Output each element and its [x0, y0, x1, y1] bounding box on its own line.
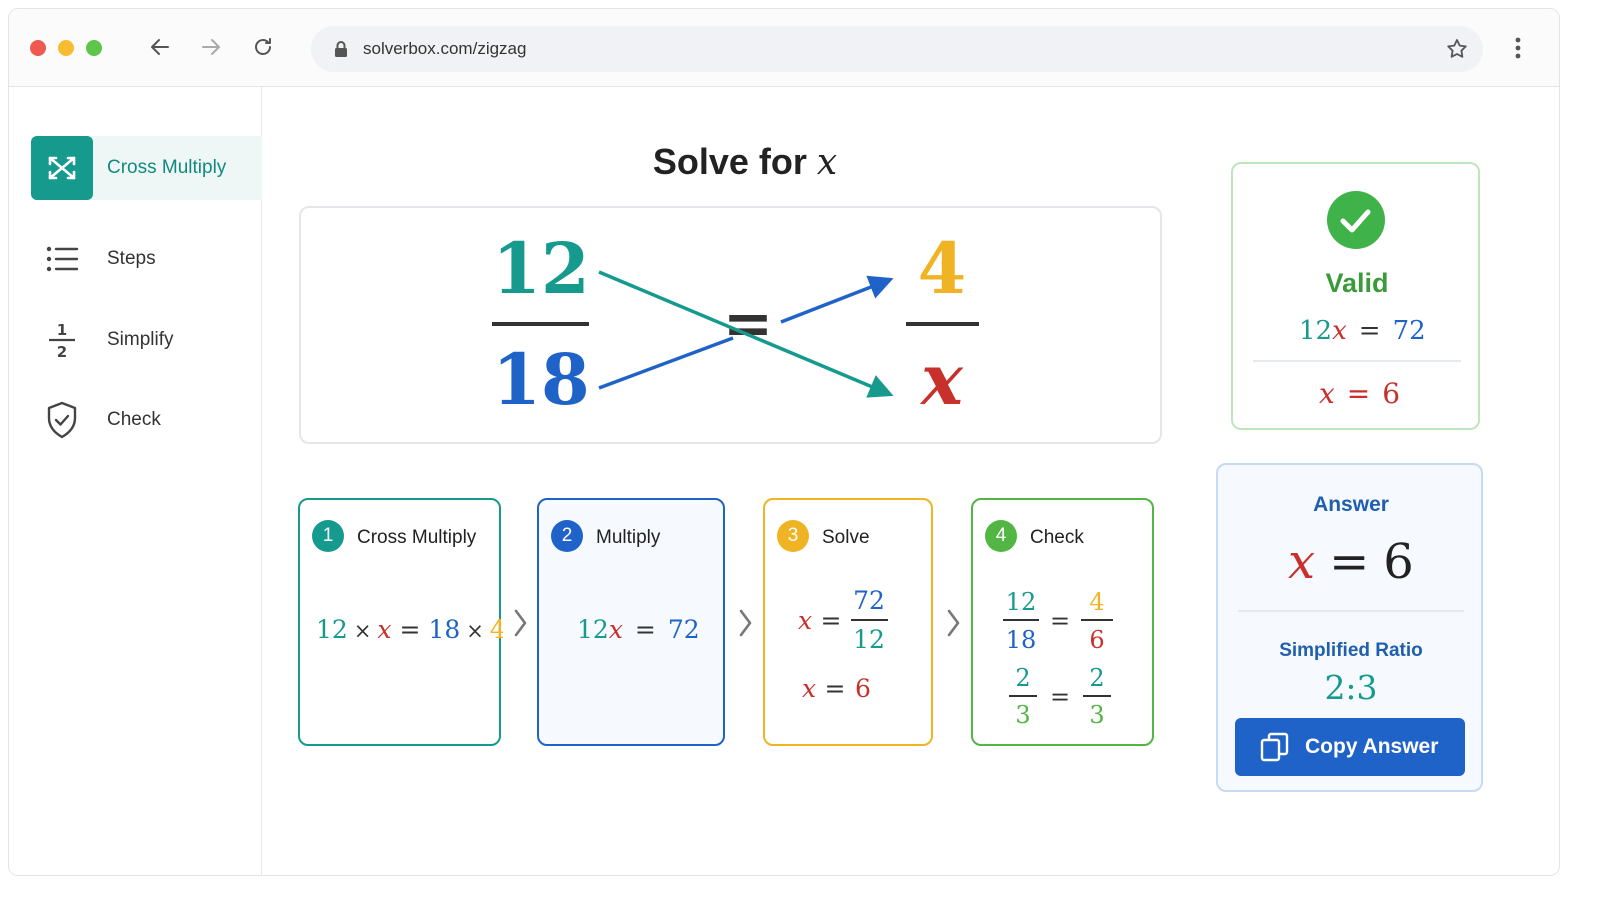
- expr-numerator: 12: [1006, 588, 1037, 616]
- answer-heading: Answer: [1313, 493, 1389, 516]
- expr-denominator: 12: [853, 625, 885, 654]
- expr-numerator: 4: [1089, 588, 1104, 616]
- browser-window: solverbox.com/zigzag Cross Multiply Step…: [8, 8, 1560, 876]
- cross-arrow-blue-upper: [780, 275, 894, 324]
- expr-numerator: 2: [1015, 664, 1030, 692]
- cross-multiply-diagram: 12 18 = 4 x: [492, 227, 979, 421]
- maximize-window-button[interactable]: [86, 40, 102, 56]
- chevron-right-icon: [739, 609, 752, 637]
- step-1-expression: 12×x=18×4: [316, 615, 503, 644]
- expr-numerator: 72: [853, 586, 885, 615]
- cross-arrow-blue-lower: [598, 336, 734, 390]
- answer-value: x = 6: [1288, 534, 1414, 590]
- validation-equation-1: 12x = 72: [1299, 316, 1426, 346]
- expr-variable: x: [802, 674, 816, 703]
- address-bar[interactable]: solverbox.com/zigzag: [311, 26, 1483, 72]
- sidebar-item-check[interactable]: Check: [31, 388, 262, 452]
- sidebar: Cross Multiply Steps 12 Simplify Check: [9, 87, 262, 875]
- svg-text:1: 1: [57, 321, 67, 339]
- expr-result: 6: [855, 674, 871, 703]
- back-button[interactable]: [144, 31, 176, 63]
- expr-equals: =: [1050, 683, 1070, 711]
- expr-equals: =: [400, 615, 421, 644]
- expr-equals: =: [635, 615, 656, 644]
- reload-button[interactable]: [247, 31, 279, 63]
- arrow-left-icon: [151, 39, 169, 55]
- expr-denominator: 18: [1006, 626, 1037, 654]
- sidebar-item-label: Simplify: [107, 329, 174, 350]
- minimize-window-button[interactable]: [58, 40, 74, 56]
- validation-content: Valid 12x = 72 x = 6: [1253, 191, 1461, 410]
- url-text[interactable]: solverbox.com/zigzag: [363, 39, 526, 59]
- expr-term: 18: [428, 615, 460, 644]
- sidebar-item-label: Steps: [107, 248, 156, 269]
- svg-text:2: 2: [57, 343, 67, 361]
- svg-text:12×x=18×4: 12×x=18×4: [316, 615, 503, 644]
- more-menu-icon[interactable]: [1505, 35, 1531, 61]
- sidebar-item-cross-multiply[interactable]: Cross Multiply: [31, 136, 262, 200]
- step-card-check: 4 Check 12 18 = 4 6 2 3 = 2 3: [971, 498, 1154, 746]
- copy-answer-button[interactable]: Copy Answer: [1235, 718, 1465, 776]
- step-4-expression: 12 18 = 4 6 2 3 = 2 3: [1003, 588, 1113, 729]
- step-card-cross-multiply: 1 Cross Multiply 12×x=18×4: [298, 498, 503, 746]
- browser-toolbar: solverbox.com/zigzag: [9, 9, 1559, 87]
- chevron-right-icon: [514, 609, 527, 637]
- page-title: Solve for x: [652, 141, 838, 183]
- expr-equals: =: [825, 674, 846, 703]
- step-2-expression: 12x = 72: [577, 615, 700, 644]
- copy-icon: [1260, 732, 1289, 762]
- expr-numerator: 2: [1089, 664, 1104, 692]
- expr-denominator: 6: [1089, 626, 1104, 654]
- bookmark-star-icon[interactable]: [1445, 37, 1469, 61]
- equals-sign: =: [723, 289, 773, 359]
- expr-equals: =: [821, 606, 842, 635]
- equation-card: 12 18 = 4 x: [299, 206, 1162, 444]
- forward-button[interactable]: [195, 31, 227, 63]
- expr-term: 12: [577, 615, 609, 644]
- cross-arrows-icon: [31, 136, 93, 200]
- ratio-value: 2:3: [1324, 668, 1377, 707]
- step-card-solve: 3 Solve x = 72 12 x = 6: [763, 498, 933, 746]
- right-numerator: 4: [918, 227, 967, 310]
- svg-text:12x=72: 12x = 72: [577, 615, 700, 644]
- answer-content: Answer x = 6 Simplified Ratio 2:3: [1238, 493, 1464, 707]
- copy-answer-label: Copy Answer: [1305, 735, 1439, 758]
- left-denominator: 18: [492, 338, 589, 421]
- validation-equation-2: x = 6: [1319, 377, 1400, 410]
- left-numerator: 12: [492, 227, 589, 310]
- lock-icon: [335, 41, 347, 57]
- validation-card: Valid 12x = 72 x = 6: [1231, 162, 1480, 430]
- expr-variable: x: [377, 615, 391, 644]
- shield-check-icon: [31, 388, 93, 452]
- reload-icon: [255, 38, 271, 55]
- expr-variable: x: [609, 615, 623, 644]
- close-window-button[interactable]: [30, 40, 46, 56]
- right-denominator: x: [919, 338, 964, 421]
- expr-denominator: 3: [1015, 701, 1030, 729]
- expr-variable: x: [798, 606, 812, 635]
- fraction-icon: 12: [31, 308, 93, 372]
- expr-term: 4: [490, 615, 503, 644]
- expr-equals: =: [1050, 607, 1070, 635]
- arrow-right-icon: [202, 39, 220, 55]
- answer-card: Answer x = 6 Simplified Ratio 2:3 Copy Ans…: [1216, 463, 1483, 792]
- expr-term: 72: [668, 615, 700, 644]
- sidebar-item-label: Cross Multiply: [107, 157, 227, 178]
- sidebar-item-simplify[interactable]: 12 Simplify: [31, 308, 262, 372]
- status-label: Valid: [1325, 268, 1388, 298]
- expr-denominator: 3: [1089, 701, 1104, 729]
- list-icon: [31, 227, 93, 291]
- expr-term: 12: [316, 615, 348, 644]
- chevron-right-icon: [947, 609, 960, 637]
- step-card-multiply: 2 Multiply 12x = 72: [537, 498, 725, 746]
- sidebar-item-label: Check: [107, 409, 161, 430]
- step-3-expression: x = 72 12 x = 6: [798, 586, 888, 703]
- check-circle-icon: [1327, 191, 1385, 249]
- ratio-label: Simplified Ratio: [1279, 640, 1423, 661]
- sidebar-item-steps[interactable]: Steps: [31, 227, 262, 291]
- expr-operator: ×: [466, 619, 484, 643]
- expr-operator: ×: [354, 619, 372, 643]
